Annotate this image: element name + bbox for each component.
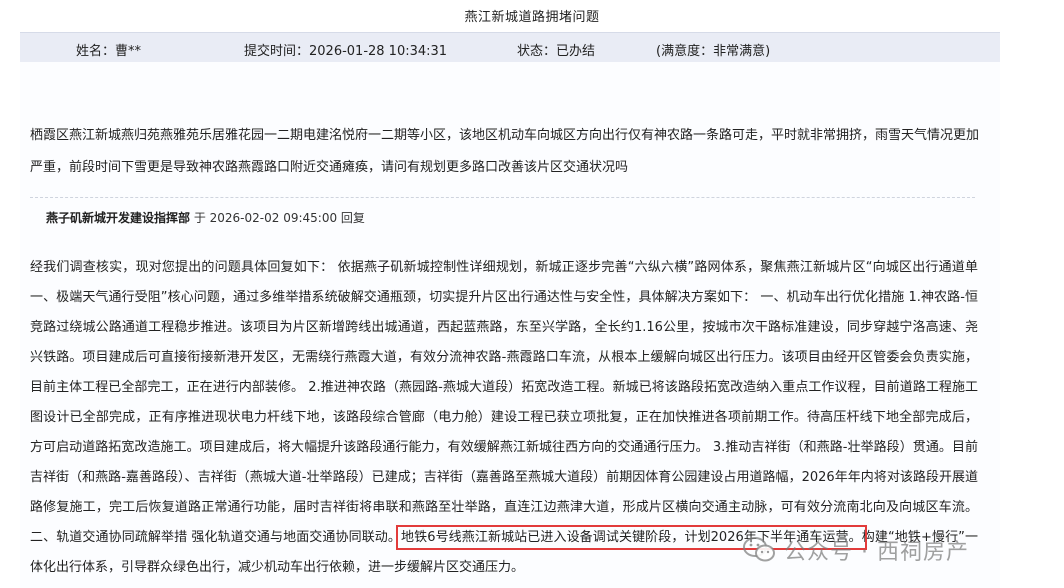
info-bar: 姓名：曹** 提交时间：2026-01-28 10:34:31 状态：已办结 (… <box>20 32 1000 64</box>
highlighted-sentence: 地铁6号线燕江新城站已进入设备调试关键阶段，计划2026年下半年通车运营。 <box>396 525 867 550</box>
reply-meta: 于 2026-02-02 09:45:00 回复 <box>190 211 365 225</box>
submit-time: 提交时间：2026-01-28 10:34:31 <box>244 44 448 59</box>
reply-body: 经我们调查核实，现对您提出的问题具体回复如下： 依据燕子矶新城控制性详细规划，新… <box>30 253 978 583</box>
reply-text-part1: 经我们调查核实，现对您提出的问题具体回复如下： 依据燕子矶新城控制性详细规划，新… <box>30 260 978 545</box>
page-title: 燕江新城道路拥堵问题 <box>464 10 600 25</box>
satisfaction-text: (满意度：非常满意) <box>656 44 771 59</box>
reply-org: 燕子矶新城开发建设指挥部 <box>46 211 191 225</box>
status-text: 状态：已办结 <box>517 44 596 59</box>
question-text: 栖霞区燕江新城燕归苑燕雅苑乐居雅花园一二期电建洺悦府一二期等小区，该地区机动车向… <box>30 128 980 175</box>
reply-header: 燕子矶新城开发建设指挥部 于 2026-02-02 09:45:00 回复 <box>46 209 365 226</box>
divider <box>30 197 975 198</box>
submitter-name: 姓名：曹** <box>76 44 142 59</box>
